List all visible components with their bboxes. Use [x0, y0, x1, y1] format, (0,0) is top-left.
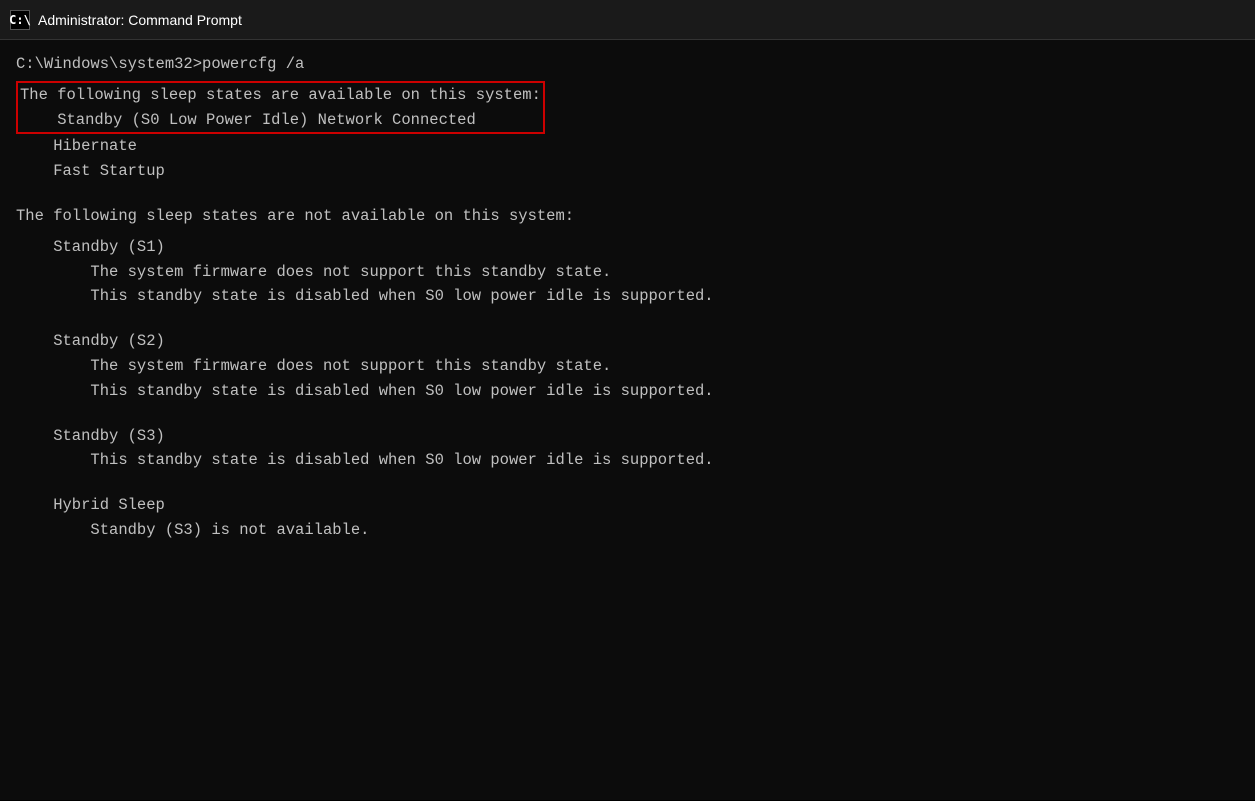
standby-s2-reason2: This standby state is disabled when S0 l…	[16, 379, 1239, 404]
not-available-header: The following sleep states are not avail…	[16, 204, 1239, 229]
available-header-line: The following sleep states are available…	[20, 83, 541, 108]
command-prompt-line: C:\Windows\system32>powercfg /a	[16, 52, 1239, 77]
window-title: Administrator: Command Prompt	[38, 12, 242, 28]
standby-s3-title: Standby (S3)	[16, 424, 1239, 449]
available-hibernate: Hibernate	[16, 134, 1239, 159]
title-bar: C:\ Administrator: Command Prompt	[0, 0, 1255, 40]
standby-s1-reason1: The system firmware does not support thi…	[16, 260, 1239, 285]
available-s0-line: Standby (S0 Low Power Idle) Network Conn…	[20, 108, 541, 133]
available-fast-startup: Fast Startup	[16, 159, 1239, 184]
standby-s1-title: Standby (S1)	[16, 235, 1239, 260]
standby-s2-title: Standby (S2)	[16, 329, 1239, 354]
app-icon: C:\	[10, 10, 30, 30]
standby-s1-reason2: This standby state is disabled when S0 l…	[16, 284, 1239, 309]
standby-s2-reason1: The system firmware does not support thi…	[16, 354, 1239, 379]
hybrid-sleep-reason1: Standby (S3) is not available.	[16, 518, 1239, 543]
hybrid-sleep-title: Hybrid Sleep	[16, 493, 1239, 518]
terminal-body: C:\Windows\system32>powercfg /a The foll…	[0, 40, 1255, 800]
standby-s3-reason1: This standby state is disabled when S0 l…	[16, 448, 1239, 473]
